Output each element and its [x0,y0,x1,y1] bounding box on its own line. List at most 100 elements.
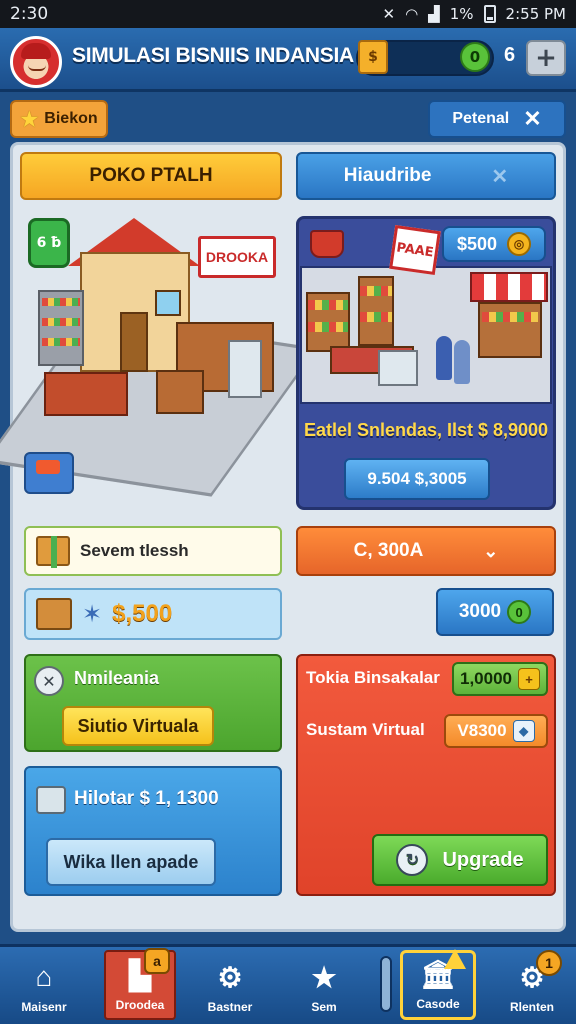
notification-badge: 1 [536,950,562,976]
market-goods [360,312,392,322]
shop-sign: DROOKA [198,236,276,278]
shopper-figure [454,340,470,384]
plus-icon: + [518,668,540,690]
house-icon: ⌂ [35,961,53,992]
nav-label: Bastner [207,1000,253,1014]
gem-price-button[interactable]: 3000 0 [436,588,554,636]
package-label: Sevem tlessh [80,541,189,560]
diamond-icon: ◆ [512,720,535,742]
crate-icon [36,598,72,630]
shop-badge[interactable]: 6 ƀ [28,218,70,268]
notification-badge: a [144,948,170,974]
hiaudribe-button[interactable]: Hiaudribe ✕ [296,152,556,200]
market-goods [308,300,348,310]
market-goods [482,312,538,322]
gem-price: 3000 [458,601,502,622]
sparkle-icon: ✶ [82,600,103,628]
gear-icon: ⚙ 1 [514,950,562,994]
close-icon[interactable]: ✕ [491,164,508,189]
market-price: $500 [456,233,498,254]
shop-table [156,370,204,414]
market-buy-button[interactable]: 9.504 $,3005 [344,458,490,500]
nav-item-rewards[interactable]: ⚙ 1 Rlenten [492,950,572,1020]
wallet-icon [36,786,66,814]
shelf-goods [42,318,80,326]
nav-item-settings[interactable]: ⚙ Bastner [190,950,270,1020]
coin-icon: ◎ [507,232,532,256]
wika-upgrade-button[interactable]: Wika llen apade [46,838,216,886]
player-avatar[interactable] [10,36,62,88]
market-price-pill[interactable]: $500 ◎ [442,226,546,262]
gem-icon: 0 [507,600,532,624]
pos-device-icon[interactable] [24,452,74,494]
market-awning [470,272,548,302]
shelf-goods [42,338,80,346]
hiaudribe-label: Hiaudribe [343,165,432,186]
mute-icon: ✕ [382,5,396,23]
studio-virtual-button[interactable]: Siutio Virtuala [62,706,214,746]
add-currency-button[interactable]: + [526,40,566,76]
shop-window [155,290,181,316]
wifi-icon: ◠ [405,5,419,23]
nav-item-home[interactable]: ⌂ Maisenr [4,950,84,1020]
red-card-label-2: Sustam Virtual [306,720,425,739]
value-1: 1,0000 [460,669,512,688]
star-icon: ★ [20,108,39,131]
signal-icon: ▟ [428,5,440,23]
shopper-figure [436,336,452,380]
market-goods [308,322,348,332]
tab-biekon[interactable]: ★ Biekon [10,100,108,138]
market-title: Eatlel Snlendas, Ilst $ 8,9000 [303,420,549,440]
nav-item-favorites[interactable]: ★ Sem [284,950,364,1020]
value-2: V8300 [457,721,507,740]
reward-card[interactable]: ✶ $,500 [24,588,282,640]
status-bar: 2:30 ✕ ◠ ▟ 1% 2:55 PM [0,0,576,28]
nav-item-store[interactable]: ▙ a Droodea [104,948,176,1020]
nav-label: Sem [311,1000,337,1014]
nav-label: Maisenr [21,1000,67,1014]
status-time-right: 2:55 PM [505,5,566,23]
battery-percent: 1% [449,5,474,23]
nav-label: Casode [416,997,460,1011]
green-card-label: Nmileania [74,668,160,688]
nav-label: Droodea [115,998,165,1012]
gem-icon: 0 [460,42,490,72]
close-icon[interactable]: ✕ [523,106,541,132]
amount-dropdown[interactable]: C, 300A ⌄ [296,526,556,576]
bank-icon: 🏛 [420,949,466,991]
tab-biekon-label: Biekon [44,110,98,127]
chevron-down-icon: ⌄ [483,540,499,561]
market-stall [478,302,542,358]
status-time-left: 2:30 [10,4,49,24]
upgrade-button[interactable]: ↻ Upgrade [372,834,548,886]
basket-icon [310,230,344,258]
shelf-goods [42,298,80,306]
nav-label: Rlenten [509,1000,554,1014]
poko-ptalh-button[interactable]: POKO PTALH [20,152,282,200]
value-pill-green[interactable]: 1,0000 + [452,662,548,696]
dropdown-value: C, 300A [353,540,424,561]
upgrade-icon: ↻ [396,844,429,876]
market-freezer [378,350,418,386]
gem-count: 6 [504,44,516,66]
reward-amount: $,500 [112,600,173,627]
value-pill-orange[interactable]: V8300 ◆ [444,714,548,748]
coin-icon: $ [358,40,388,74]
upgrade-label: Upgrade [442,848,524,871]
shop-door [120,312,148,372]
shop-fridge [228,340,262,398]
blue-card-label: Hilotar $ 1, 1300 [74,788,219,809]
star-icon: ★ [311,961,337,993]
red-card-label-1: Tokia Binsakalar [306,668,440,687]
nav-item-bank[interactable]: 🏛 Casode [400,949,476,1020]
nav-scrollbar[interactable] [380,956,392,1012]
tab-petenal[interactable]: Petenal ✕ [428,100,566,138]
battery-icon [483,5,496,23]
tab-petenal-label: Petenal [452,110,510,127]
market-sign: PAAE [389,225,441,275]
shop-counter [44,372,128,416]
package-card[interactable]: Sevem tlessh [24,526,282,576]
game-title: SIMULASI BISNIIS INDANSIA [72,44,354,67]
market-goods [360,286,392,296]
warning-icon [444,949,466,969]
